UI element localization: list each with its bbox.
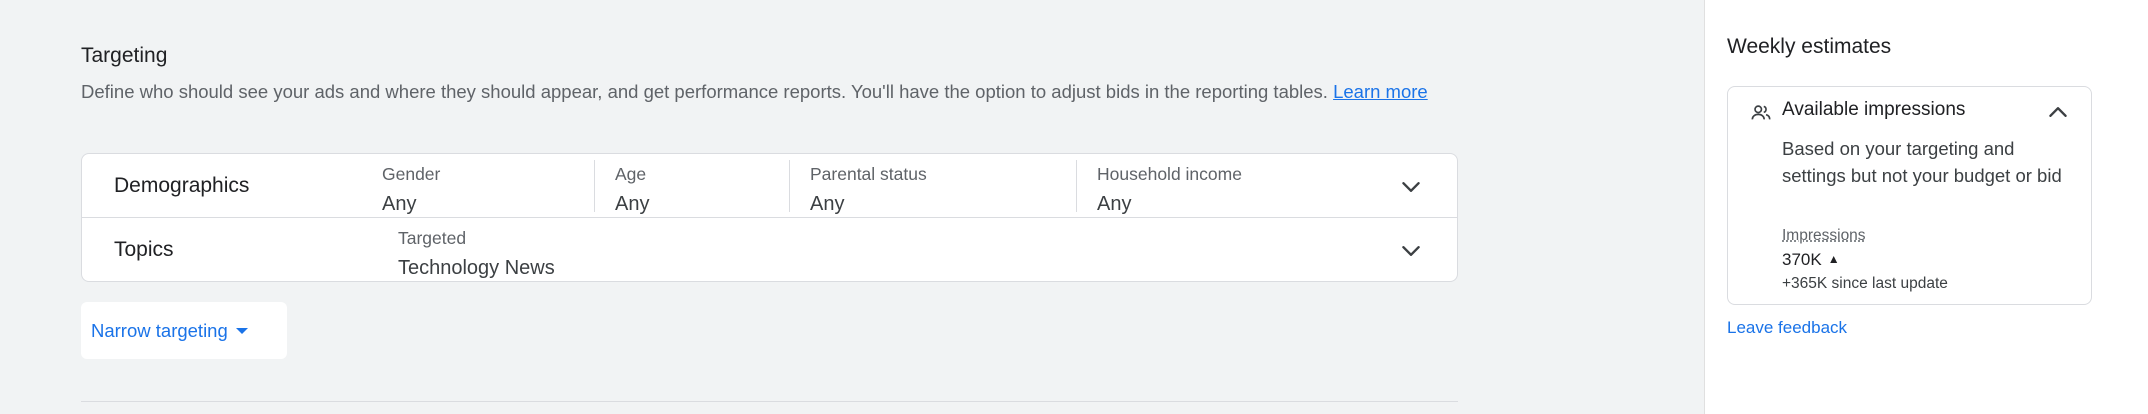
age-cell: Age Any [594,160,649,215]
leave-feedback-link[interactable]: Leave feedback [1727,318,1847,338]
targeting-card: Demographics Gender Any Age Any Parental… [81,153,1458,282]
targeted-value: Technology News [398,257,555,279]
gender-value: Any [382,193,417,215]
section-divider [81,401,1458,402]
demographics-label: Demographics [114,174,250,197]
available-impressions-card: Available impressions Based on your targ… [1727,86,2092,305]
narrow-targeting-button[interactable]: Narrow targeting [81,302,287,359]
household-income-label: Household income [1097,164,1242,184]
targeted-label: Targeted [398,228,467,248]
impressions-number: 370K [1782,250,1822,269]
chevron-up-icon[interactable] [2045,99,2071,125]
arrow-up-icon: ▲ [1827,252,1840,266]
learn-more-link[interactable]: Learn more [1333,81,1428,102]
available-impressions-title: Available impressions [1782,99,1966,120]
chevron-down-icon[interactable] [1398,174,1424,200]
targeting-title: Targeting [81,44,168,67]
age-value: Any [615,193,650,215]
demographics-row[interactable]: Demographics Gender Any Age Any Parental… [82,154,1457,218]
impressions-value: 370K ▲ [1782,250,1840,270]
gender-label: Gender [382,164,441,184]
parental-status-label: Parental status [810,164,927,184]
impressions-change: +365K since last update [1782,275,1948,292]
chevron-down-icon[interactable] [1398,238,1424,264]
targeting-section: Targeting Define who should see your ads… [0,0,1704,414]
weekly-estimates-title: Weekly estimates [1727,35,1892,58]
topics-targeted-cell: Targeted Technology News [398,224,555,279]
narrow-targeting-label: Narrow targeting [91,319,228,341]
targeting-description-text: Define who should see your ads and where… [81,81,1328,102]
caret-down-icon [235,327,248,334]
age-label: Age [615,164,647,184]
topics-row[interactable]: Topics Targeted Technology News [82,218,1457,282]
parental-status-value: Any [810,193,845,215]
parental-status-cell: Parental status Any [789,160,927,215]
topics-label: Topics [114,238,174,261]
weekly-estimates-panel: Weekly estimates Available impressions B… [1704,0,2148,414]
household-income-value: Any [1097,193,1132,215]
targeting-description: Define who should see your ads and where… [81,78,1461,105]
impressions-description: Based on your targeting and settings but… [1782,138,2062,186]
impressions-label[interactable]: Impressions [1782,227,1866,245]
household-income-cell: Household income Any [1076,160,1242,215]
gender-cell: Gender Any [382,160,441,215]
people-icon [1751,105,1771,120]
